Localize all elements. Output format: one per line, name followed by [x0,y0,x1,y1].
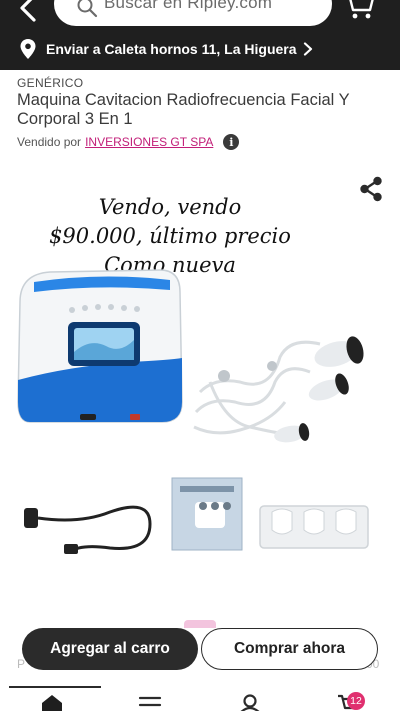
search-input[interactable]: Buscar en Ripley.com [54,0,332,26]
handpiece-holder [259,505,369,549]
cart-count-badge: 12 [347,692,365,710]
cavitation-machine [17,269,183,423]
back-arrow-icon[interactable] [14,0,44,24]
note-line-1: Vendo, vendo [98,195,242,219]
menu-icon[interactable] [138,693,162,711]
product-title: Maquina Cavitacion Radiofrecuencia Facia… [17,91,350,128]
home-icon[interactable] [40,693,64,711]
nav-active-indicator [9,686,101,688]
peek-element [184,620,216,628]
share-icon[interactable] [358,176,384,202]
power-cord [24,505,152,554]
delivery-text: Enviar a Caleta hornos 11, La Higuera [46,41,297,57]
handpieces [193,336,364,443]
delivery-address[interactable]: Enviar a Caleta hornos 11, La Higuera [20,37,313,61]
top-header: Buscar en Ripley.com Enviar a Caleta hor… [0,0,400,70]
seller-line: Vendido por INVERSIONES GT SPA i [17,134,240,150]
user-icon[interactable] [238,693,262,711]
chevron-right-icon [303,42,312,56]
manual-booklet [171,477,243,551]
product-image[interactable] [10,262,390,562]
seller-link[interactable]: INVERSIONES GT SPA [85,135,213,149]
seller-prefix: Vendido por [17,135,82,149]
note-line-2: $90.000, último precio [49,224,291,248]
location-pin-icon [20,39,36,59]
add-to-cart-button[interactable]: Agregar al carro [22,628,198,670]
search-icon [77,0,98,18]
search-placeholder: Buscar en Ripley.com [104,0,273,12]
info-icon[interactable]: i [223,134,240,150]
buy-now-button[interactable]: Comprar ahora [201,628,378,670]
product-brand[interactable]: GENÉRICO [17,76,83,90]
header-cart-icon[interactable] [342,0,376,20]
